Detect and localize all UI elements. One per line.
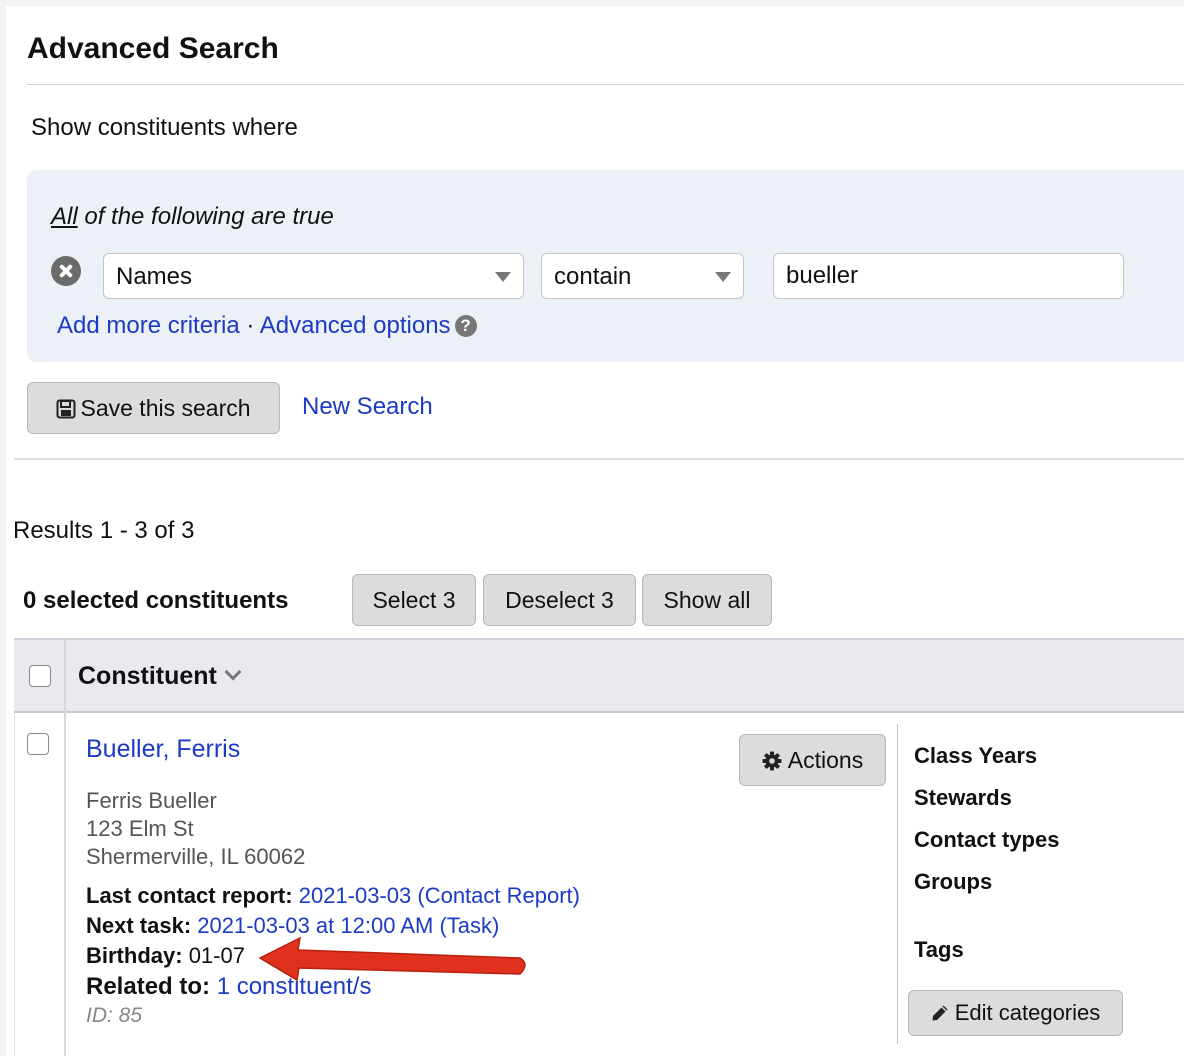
birthday-label: Birthday: (86, 943, 183, 968)
edit-categories-label: Edit categories (954, 1000, 1101, 1025)
add-more-criteria-link[interactable]: Add more criteria (57, 312, 240, 339)
category-contact-types: Contact types (914, 827, 1060, 852)
column-divider (64, 638, 66, 1056)
criteria-links: Add more criteria · Advanced options? (57, 312, 477, 340)
dropdown-caret-icon (495, 272, 511, 282)
section-divider (14, 458, 1184, 460)
gear-icon (762, 751, 782, 771)
category-tags: Tags (914, 937, 964, 962)
criteria-operator-select[interactable]: contain (541, 253, 744, 299)
column-header-label: Constituent (78, 662, 217, 690)
save-search-button[interactable]: Save this search (27, 382, 280, 434)
actions-button[interactable]: Actions (739, 734, 886, 786)
show-all-button[interactable]: Show all (642, 574, 772, 626)
category-class-years: Class Years (914, 743, 1038, 768)
new-search-link[interactable]: New Search (302, 393, 433, 421)
constituent-name-link[interactable]: Bueller, Ferris (86, 735, 240, 764)
constituent-id: ID: 85 (86, 1004, 143, 1027)
link-separator: · (239, 312, 260, 339)
advanced-options-link[interactable]: Advanced options (260, 312, 451, 339)
criteria-heading-text: of the following are true (77, 203, 334, 230)
page-subtitle: Show constituents where (31, 114, 298, 141)
criteria-operator-value: contain (554, 263, 632, 290)
table-left-border (14, 713, 15, 1056)
chevron-down-icon (224, 663, 242, 681)
row-checkbox[interactable] (27, 733, 49, 755)
birthday-value: 01-07 (188, 943, 245, 968)
address-line: Shermerville, IL 60062 (86, 844, 306, 869)
categories-divider (897, 724, 898, 1044)
criteria-value-input[interactable] (773, 253, 1124, 299)
last-contact-label: Last contact report: (86, 883, 293, 908)
criteria-field-select[interactable]: Names (103, 253, 524, 299)
next-task-label: Next task: (86, 913, 192, 938)
save-search-label: Save this search (80, 395, 251, 421)
question-circle-icon[interactable]: ? (454, 315, 477, 337)
category-groups: Groups (914, 869, 993, 894)
related-label: Related to: (86, 973, 211, 1000)
address-line: 123 Elm St (86, 816, 194, 841)
quantifier-link[interactable]: All (51, 203, 78, 230)
actions-label: Actions (787, 747, 864, 773)
results-summary: Results 1 - 3 of 3 (13, 517, 195, 544)
page-title: Advanced Search (27, 32, 279, 65)
pencil-icon (932, 1005, 948, 1021)
last-contact-link[interactable]: 2021-03-03 (Contact Report) (299, 883, 580, 908)
dropdown-caret-icon (715, 272, 731, 282)
edit-categories-button[interactable]: Edit categories (908, 990, 1123, 1036)
address-line: Ferris Bueller (86, 788, 217, 813)
category-stewards: Stewards (914, 785, 1012, 810)
constituent-column-header[interactable]: Constituent (78, 662, 242, 691)
criteria-heading: All of the following are true (51, 203, 334, 231)
criteria-field-value: Names (116, 263, 193, 290)
deselect-all-button[interactable]: Deselect 3 (483, 574, 636, 626)
select-all-button[interactable]: Select 3 (352, 574, 476, 626)
constituent-address: Ferris Bueller 123 Elm St Shermerville, … (86, 787, 305, 871)
birthday: Birthday: 01-07 (86, 943, 245, 969)
remove-criteria-icon[interactable] (51, 256, 81, 286)
floppy-disk-icon (56, 399, 76, 419)
selected-count: 0 selected constituents (23, 587, 289, 614)
title-divider (27, 84, 1184, 85)
red-arrow-icon (258, 936, 526, 982)
select-all-checkbox[interactable] (29, 665, 51, 687)
last-contact-report: Last contact report: 2021-03-03 (Contact… (86, 883, 580, 909)
